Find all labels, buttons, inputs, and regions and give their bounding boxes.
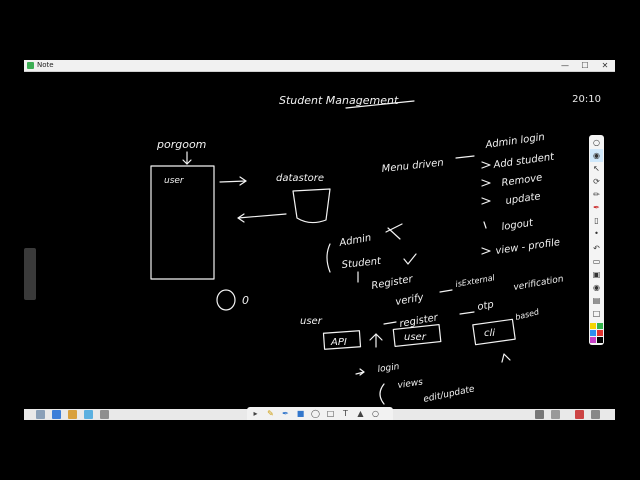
otp-label: otp	[477, 299, 495, 313]
color-swatch-black[interactable]	[597, 337, 603, 343]
user-box-label: user	[404, 332, 427, 343]
color-swatch-yellow[interactable]	[590, 323, 596, 329]
color-swatch-green[interactable]	[597, 323, 603, 329]
pointer-icon[interactable]: ▸	[250, 408, 261, 419]
menu-driven-label: Menu driven	[381, 158, 444, 175]
notes-title: Student Management	[279, 94, 399, 107]
zoom-icon[interactable]: ▲	[355, 408, 366, 419]
color-swatch-purple[interactable]	[590, 337, 596, 343]
menu-item-6: view - profile	[495, 237, 561, 257]
datastore-shape	[292, 188, 331, 224]
ruler-icon[interactable]: ◯	[310, 408, 321, 419]
menu-item-3: Remove	[501, 172, 543, 189]
folder-icon[interactable]	[68, 410, 77, 419]
color-swatch-red[interactable]	[597, 330, 603, 336]
menu-item-5: logout	[501, 218, 535, 233]
minimize-button[interactable]: —	[555, 60, 575, 71]
menu-item-4: update	[505, 191, 541, 207]
program-user-label: user	[164, 176, 185, 186]
close-button[interactable]: ✕	[595, 60, 615, 71]
action-edit-update: edit/update	[423, 384, 476, 405]
role-admin: Admin	[338, 233, 372, 250]
user-flow-label: user	[300, 316, 323, 327]
action-views: views	[397, 377, 424, 390]
pen-tool-icon[interactable]: ✎	[265, 408, 276, 419]
window-title: Note	[37, 61, 54, 69]
hand-icon[interactable]: T	[340, 408, 351, 419]
drawing-canvas[interactable]: 20:10 Student Management porgoom user 0 …	[24, 72, 615, 408]
bottom-tools: ▸ ✎ ✒ ■ ◯ □ T ▲ ○	[247, 407, 393, 420]
trash-icon[interactable]: ▭	[590, 255, 603, 268]
menu-item-1: Admin login	[484, 132, 546, 151]
color-swatch-blue[interactable]	[590, 330, 596, 336]
title-bar: Note — ☐ ✕	[24, 60, 615, 72]
more-icon[interactable]: ○	[370, 408, 381, 419]
lamp-icon[interactable]: ○	[590, 136, 603, 149]
settings-icon[interactable]	[84, 410, 93, 419]
note-app-window: Note — ☐ ✕ 20:10 Student Management porg…	[24, 60, 615, 420]
dot-icon[interactable]: •	[590, 227, 603, 240]
volume-icon[interactable]	[551, 410, 560, 419]
app-logo-icon	[27, 62, 34, 69]
program-label: porgoom	[156, 138, 206, 151]
register-label: Register	[371, 274, 415, 292]
clipboard-icon[interactable]: ▤	[590, 294, 603, 307]
browser-icon[interactable]	[52, 410, 61, 419]
camera-icon[interactable]: ◉	[590, 281, 603, 294]
select-icon[interactable]: ↖	[590, 162, 603, 175]
notification-icon[interactable]	[575, 410, 584, 419]
network-icon[interactable]	[535, 410, 544, 419]
circled-number: 0	[242, 294, 249, 307]
highlighter-icon[interactable]: ✒	[280, 408, 291, 419]
marker-icon[interactable]: ✒	[590, 201, 603, 214]
pen-icon[interactable]: ✏	[590, 188, 603, 201]
image-icon[interactable]: ▣	[590, 268, 603, 281]
maximize-button[interactable]: ☐	[575, 60, 595, 71]
eye-icon[interactable]: ◉	[590, 149, 603, 162]
page-icon[interactable]: □	[590, 307, 603, 320]
text-icon[interactable]: □	[325, 408, 336, 419]
based-label: based	[514, 307, 541, 322]
action-login: login	[377, 362, 400, 375]
start-icon[interactable]	[36, 410, 45, 419]
shape-icon[interactable]: ■	[295, 408, 306, 419]
verify-label: verify	[395, 292, 426, 308]
eraser-icon[interactable]: ▯	[590, 214, 603, 227]
api-label: API	[330, 337, 347, 348]
app-icon[interactable]	[100, 410, 109, 419]
verification-label: verification	[513, 274, 565, 293]
pen-toolbar: ○ ◉ ↖ ⟳ ✏ ✒ ▯ • ↶ ▭ ▣ ◉ ▤ □	[589, 135, 604, 345]
role-student: Student	[341, 256, 382, 271]
menu-item-2: Add student	[492, 151, 556, 171]
datastore-label: datastore	[276, 173, 324, 184]
is-external-label: isExternal	[455, 273, 496, 289]
undo-icon[interactable]: ↶	[590, 242, 603, 255]
system-tray-icon[interactable]	[591, 410, 600, 419]
lasso-icon[interactable]: ⟳	[590, 175, 603, 188]
cli-label: cli	[484, 328, 495, 339]
side-panel-handle[interactable]	[24, 248, 36, 300]
